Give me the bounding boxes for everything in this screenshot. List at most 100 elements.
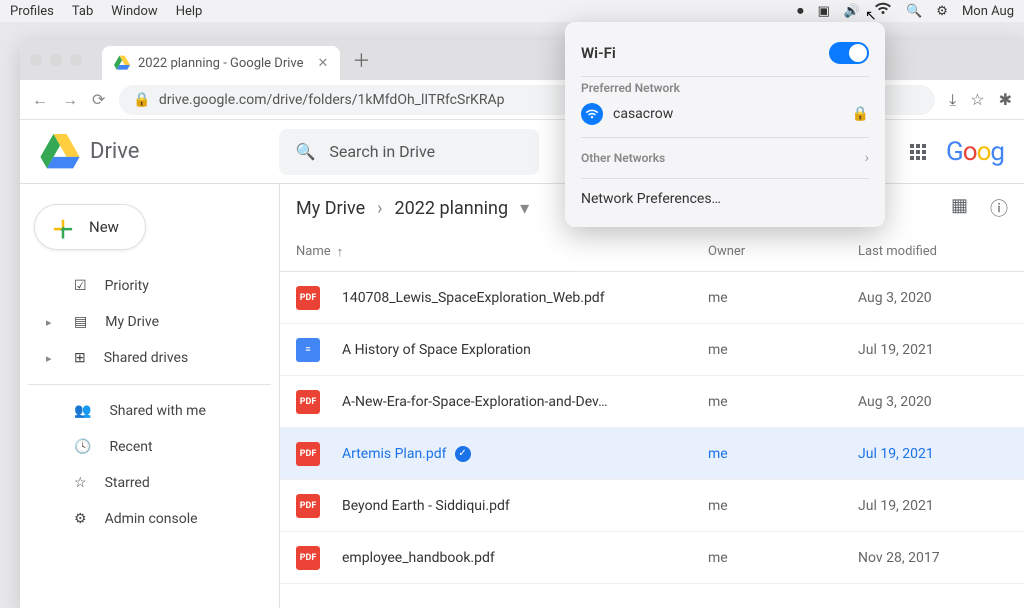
drive-sidebar: ＋ New ☑Priority ▸▤My Drive ▸⊞Shared driv…	[20, 184, 280, 608]
col-name[interactable]: Name	[296, 244, 331, 260]
verified-badge-icon: ✓	[455, 446, 471, 462]
sidebar-item-starred[interactable]: ☆Starred	[28, 465, 271, 501]
menu-tab[interactable]: Tab	[72, 4, 93, 19]
details-icon[interactable]: ⓘ	[990, 195, 1008, 221]
file-name: Beyond Earth - Siddiqui.pdf	[342, 498, 708, 514]
file-row[interactable]: ≡ A History of Space ExplorationmeJul 19,…	[280, 324, 1024, 376]
file-name: 140708_Lewis_SpaceExploration_Web.pdf	[342, 290, 708, 306]
lock-icon: 🔒	[133, 92, 150, 108]
search-icon: 🔍	[295, 142, 315, 161]
tab-title: 2022 planning - Google Drive	[138, 56, 304, 71]
star-icon: ☆	[74, 475, 87, 491]
wifi-network-row[interactable]: casacrow 🔒	[581, 95, 869, 133]
other-networks-row[interactable]: Other Networks ›	[581, 142, 869, 174]
macos-menubar: Profiles Tab Window Help ⏺ ▣ 🔊 🔍 ⚙ Mon A…	[0, 0, 1024, 22]
sort-arrow-icon[interactable]: ↑	[337, 244, 344, 260]
file-owner: me	[708, 446, 858, 462]
forward-button[interactable]: →	[62, 90, 78, 110]
sidebar-item-recent[interactable]: 🕓Recent	[28, 429, 271, 465]
file-name: A-New-Era-for-Space-Exploration-and-Dev…	[342, 394, 708, 410]
file-owner: me	[708, 394, 858, 410]
reload-button[interactable]: ⟳	[92, 90, 105, 109]
chevron-right-icon: ›	[377, 198, 382, 219]
google-apps-icon[interactable]	[910, 144, 926, 160]
drive-search[interactable]: 🔍 Search in Drive	[279, 129, 539, 175]
back-button[interactable]: ←	[32, 90, 48, 110]
pdf-icon: PDF	[296, 390, 320, 414]
drive-logo[interactable]: Drive	[40, 134, 139, 170]
file-owner: me	[708, 342, 858, 358]
breadcrumb-root[interactable]: My Drive	[296, 198, 365, 219]
gdoc-icon: ≡	[296, 338, 320, 362]
file-row[interactable]: PDFArtemis Plan.pdf✓meJul 19, 2021	[280, 428, 1024, 480]
network-preferences-link[interactable]: Network Preferences…	[581, 183, 869, 215]
chevron-down-icon[interactable]: ▾	[520, 198, 529, 219]
search-placeholder: Search in Drive	[329, 142, 435, 161]
breadcrumb-current[interactable]: 2022 planning	[395, 198, 509, 219]
file-row[interactable]: PDFemployee_handbook.pdfmeNov 28, 2017	[280, 532, 1024, 584]
preferred-network-label: Preferred Network	[581, 81, 869, 95]
file-owner: me	[708, 290, 858, 306]
volume-icon[interactable]: 🔊	[844, 4, 860, 19]
pdf-icon: PDF	[296, 286, 320, 310]
wifi-toggle[interactable]	[829, 42, 869, 64]
record-icon[interactable]: ⏺	[797, 4, 804, 19]
menubar-clock: Mon Aug	[962, 4, 1014, 19]
recent-icon: 🕓	[74, 439, 91, 455]
new-tab-button[interactable]: ＋	[352, 47, 370, 73]
download-icon[interactable]: ⤓	[949, 90, 956, 110]
file-name: A History of Space Exploration	[342, 342, 708, 358]
other-networks-label: Other Networks	[581, 151, 665, 165]
col-modified[interactable]: Last modified	[858, 244, 1008, 259]
sidebar-item-shared-drives[interactable]: ▸⊞Shared drives	[28, 340, 271, 376]
new-button-label: New	[89, 218, 119, 236]
file-modified: Jul 19, 2021	[858, 498, 1008, 514]
shared-drives-icon: ⊞	[74, 350, 86, 366]
wifi-popup: Wi-Fi Preferred Network casacrow 🔒 Other…	[565, 22, 885, 227]
wifi-icon[interactable]	[874, 2, 892, 20]
file-modified: Nov 28, 2017	[858, 550, 1008, 566]
file-row[interactable]: PDF Beyond Earth - Siddiqui.pdfmeJul 19, …	[280, 480, 1024, 532]
sidebar-item-admin[interactable]: ⚙Admin console	[28, 501, 271, 537]
drive-favicon-icon	[114, 55, 130, 71]
menu-profiles[interactable]: Profiles	[10, 4, 54, 19]
new-button[interactable]: ＋ New	[34, 204, 146, 250]
file-row[interactable]: PDF A-New-Era-for-Space-Exploration-and-D…	[280, 376, 1024, 428]
browser-tab[interactable]: 2022 planning - Google Drive ✕	[102, 46, 340, 80]
sidebar-item-mydrive[interactable]: ▸▤My Drive	[28, 304, 271, 340]
control-center-icon[interactable]: ⚙	[936, 4, 948, 19]
file-list: PDF 140708_Lewis_SpaceExploration_Web.pdf…	[280, 272, 1024, 584]
file-modified: Jul 19, 2021	[858, 342, 1008, 358]
column-header: Name ↑ Owner Last modified	[280, 232, 1024, 272]
file-name: Artemis Plan.pdf✓	[342, 446, 708, 462]
google-account[interactable]: Goog	[946, 136, 1004, 167]
menu-help[interactable]: Help	[176, 4, 203, 19]
spotlight-icon[interactable]: 🔍	[906, 4, 922, 19]
extensions-icon[interactable]: ✱	[999, 90, 1012, 110]
wifi-signal-icon	[581, 103, 603, 125]
file-name: employee_handbook.pdf	[342, 550, 708, 566]
view-grid-icon[interactable]: ▦	[951, 195, 968, 221]
priority-icon: ☑	[74, 278, 87, 294]
shared-icon: 👥	[74, 403, 91, 419]
sidebar-item-priority[interactable]: ☑Priority	[28, 268, 271, 304]
pdf-icon: PDF	[296, 494, 320, 518]
main-area: My Drive › 2022 planning ▾ 🔗 👤⁺ 👁 🗑 ⋮ ▦ …	[280, 184, 1024, 608]
file-owner: me	[708, 498, 858, 514]
file-row[interactable]: PDF 140708_Lewis_SpaceExploration_Web.pdf…	[280, 272, 1024, 324]
file-modified: Aug 3, 2020	[858, 290, 1008, 306]
drive-logo-icon	[40, 134, 80, 170]
bookmark-star-icon[interactable]: ☆	[970, 90, 984, 110]
file-owner: me	[708, 550, 858, 566]
menu-window[interactable]: Window	[111, 4, 157, 19]
picture-in-picture-icon[interactable]: ▣	[818, 4, 830, 19]
mydrive-icon: ▤	[74, 314, 87, 330]
tab-close-icon[interactable]: ✕	[318, 56, 329, 71]
window-traffic-lights[interactable]	[30, 54, 82, 66]
wifi-network-name: casacrow	[613, 106, 673, 122]
wifi-title: Wi-Fi	[581, 44, 616, 62]
sidebar-item-shared-with-me[interactable]: 👥Shared with me	[28, 393, 271, 429]
plus-icon: ＋	[51, 210, 75, 245]
col-owner[interactable]: Owner	[708, 244, 858, 259]
admin-icon: ⚙	[74, 511, 87, 527]
